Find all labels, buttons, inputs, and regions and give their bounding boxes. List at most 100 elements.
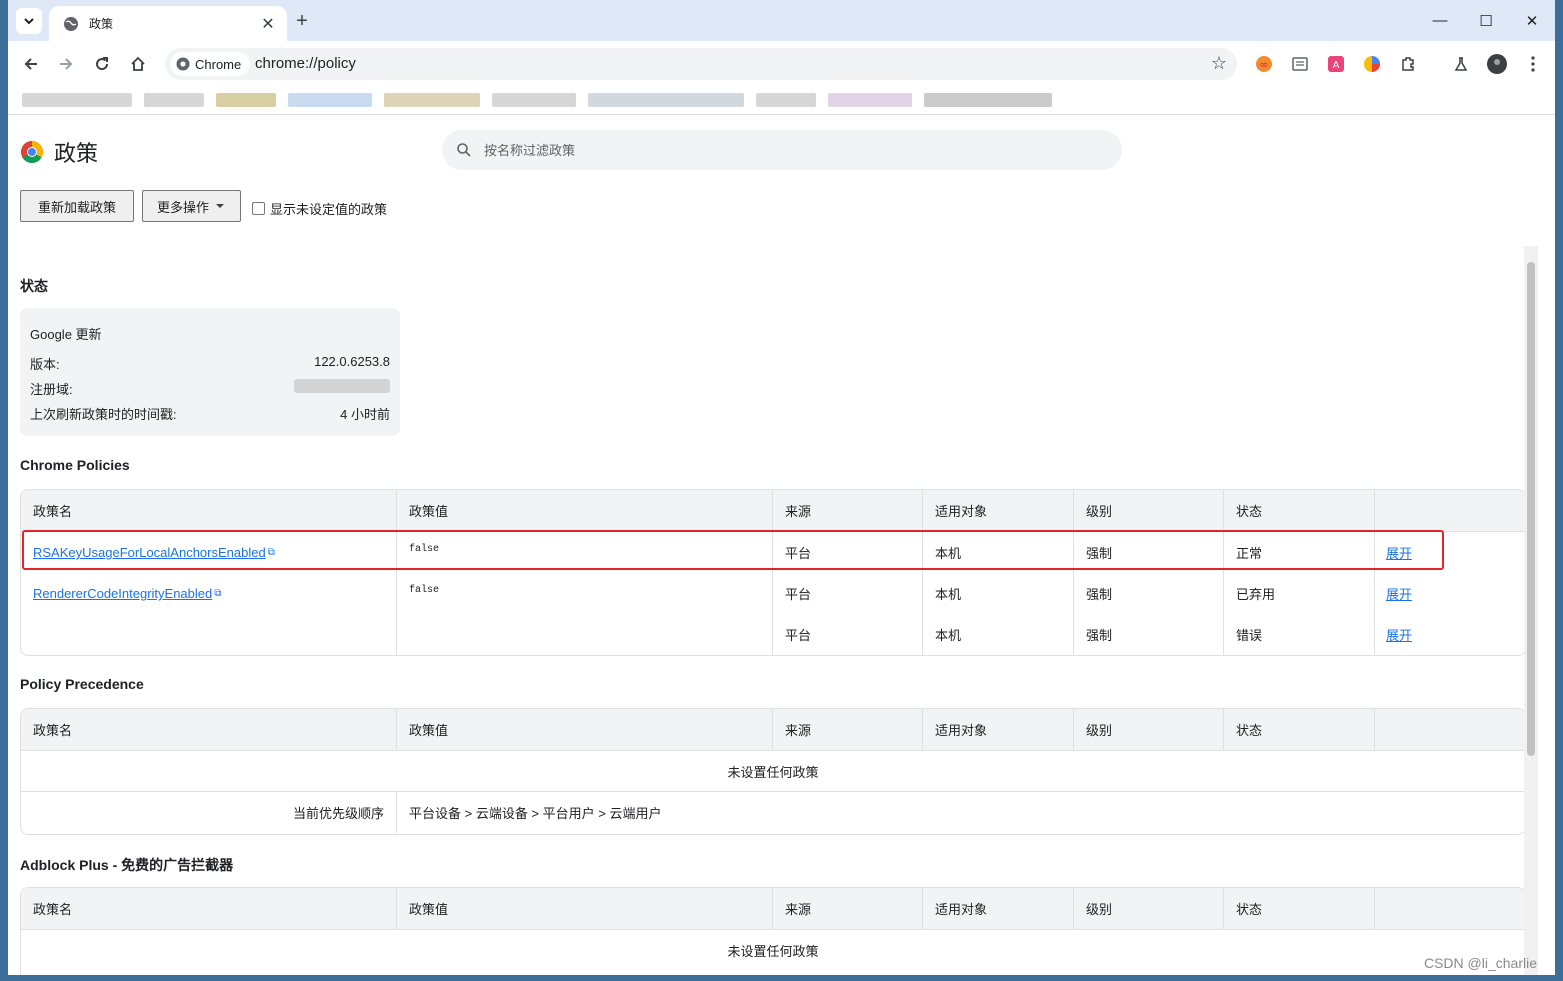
status-box: Google 更新 版本: 122.0.6253.8 注册域: 上次刷新政策时的… — [20, 308, 400, 436]
empty-message: 未设置任何政策 — [727, 944, 819, 959]
forward-button[interactable] — [52, 50, 80, 78]
status-heading: 状态 — [20, 278, 48, 294]
omnibox[interactable]: Chrome chrome://policy ☆ — [165, 48, 1237, 80]
column-header: 政策名 — [33, 504, 73, 519]
show-unset-label: 显示未设定值的政策 — [270, 202, 388, 217]
expand-link[interactable]: 展开 — [1374, 614, 1412, 655]
timestamp-label: 上次刷新政策时的时间戳: — [30, 407, 177, 422]
star-icon[interactable]: ☆ — [1211, 53, 1227, 74]
bookmark-item[interactable] — [144, 93, 204, 107]
reader-extension-icon[interactable] — [1290, 54, 1310, 74]
column-header: 政策值 — [409, 723, 449, 738]
menu-icon[interactable] — [1523, 54, 1543, 74]
more-actions-label: 更多操作 — [156, 199, 209, 215]
policy-page: 政策 重新加载政策 更多操作 显示未设定值的政策 状态 Google 更新 版本… — [8, 116, 1538, 975]
colorful-extension-icon[interactable] — [1362, 54, 1382, 74]
close-window-button[interactable]: ✕ — [1509, 0, 1555, 41]
policy-scope: 本机 — [935, 628, 962, 643]
maximize-button[interactable]: ☐ — [1463, 0, 1509, 41]
column-header: 状态 — [1236, 504, 1263, 519]
policy-search-field[interactable] — [442, 130, 1122, 170]
infinity-extension-icon[interactable]: ∞ — [1254, 54, 1274, 74]
precedence-heading: Policy Precedence — [20, 676, 144, 692]
flask-icon[interactable] — [1451, 54, 1471, 74]
back-button[interactable] — [17, 50, 45, 78]
page-title: 政策 — [54, 141, 99, 166]
version-label: 版本: — [30, 357, 60, 372]
bookmark-item[interactable] — [828, 93, 912, 107]
adblock-table: 政策名 政策值 来源 适用对象 级别 状态 未设置任何政策 — [20, 887, 1526, 975]
arrow-right-icon — [60, 58, 73, 70]
column-header: 来源 — [785, 902, 812, 917]
avatar[interactable] — [1487, 54, 1507, 74]
tab-strip: 政策 ✕ + — ☐ ✕ — [8, 0, 1555, 41]
new-tab-button[interactable]: + — [291, 10, 313, 32]
show-unset-checkbox[interactable] — [252, 202, 265, 215]
policy-name-link[interactable]: RSAKeyUsageForLocalAnchorsEnabled ⧉ — [21, 532, 275, 573]
expand-link[interactable]: 展开 — [1374, 532, 1412, 573]
search-input[interactable] — [484, 142, 1084, 158]
minimize-button[interactable]: — — [1417, 0, 1463, 41]
show-unset-toggle[interactable]: 显示未设定值的政策 — [252, 199, 387, 218]
bookmark-item[interactable] — [216, 93, 276, 107]
column-header: 政策名 — [33, 723, 73, 738]
column-header: 状态 — [1236, 902, 1263, 917]
timestamp-row: 上次刷新政策时的时间戳: 4 小时前 — [30, 404, 390, 423]
bookmarks-bar — [8, 87, 1555, 115]
chrome-policies-table: 政策名 政策值 来源 适用对象 级别 状态 RSAKeyUsageForLoca… — [20, 489, 1526, 656]
domain-row: 注册域: — [30, 379, 390, 398]
table-header: 政策名 政策值 来源 适用对象 级别 状态 — [21, 490, 1525, 532]
expand-link[interactable]: 展开 — [1374, 573, 1412, 614]
bookmark-item[interactable] — [588, 93, 744, 107]
scrollbar-thumb[interactable] — [1527, 262, 1535, 756]
search-icon — [457, 143, 471, 157]
timestamp-value: 4 小时前 — [340, 407, 390, 422]
translate-extension-icon[interactable]: A — [1326, 54, 1346, 74]
policy-name-link[interactable]: RendererCodeIntegrityEnabled ⧉ — [21, 573, 221, 614]
table-header: 政策名 政策值 来源 适用对象 级别 状态 — [21, 709, 1525, 751]
policy-scope: 本机 — [935, 587, 962, 602]
version-row: 版本: 122.0.6253.8 — [30, 354, 390, 373]
policy-status: 错误 — [1236, 628, 1263, 643]
active-tab[interactable]: 政策 ✕ — [49, 6, 287, 41]
column-header: 级别 — [1086, 504, 1113, 519]
toolbar: Chrome chrome://policy ☆ ∞ A — [8, 41, 1555, 87]
svg-text:A: A — [1333, 60, 1340, 71]
bookmark-item[interactable] — [924, 93, 1052, 107]
column-header: 来源 — [785, 504, 812, 519]
bookmark-item[interactable] — [288, 93, 372, 107]
chevron-down-icon — [24, 18, 34, 25]
url-text[interactable]: chrome://policy — [255, 55, 356, 72]
svg-text:∞: ∞ — [1259, 58, 1268, 71]
bookmark-item[interactable] — [384, 93, 480, 107]
version-value: 122.0.6253.8 — [314, 354, 390, 369]
external-link-icon: ⧉ — [214, 588, 222, 599]
table-row: 未设置任何政策 — [21, 930, 1525, 971]
tab-close-icon[interactable]: ✕ — [259, 15, 277, 33]
reload-policies-button[interactable]: 重新加载政策 — [20, 190, 134, 222]
more-actions-button[interactable]: 更多操作 — [142, 190, 241, 222]
home-button[interactable] — [124, 50, 152, 78]
bookmark-item[interactable] — [492, 93, 576, 107]
column-header: 适用对象 — [935, 504, 988, 519]
policy-source: 平台 — [785, 587, 812, 602]
policy-value: false — [409, 544, 440, 555]
policy-source: 平台 — [785, 628, 812, 643]
column-header: 来源 — [785, 723, 812, 738]
precedence-table: 政策名 政策值 来源 适用对象 级别 状态 未设置任何政策 当前优先级顺序 平台… — [20, 708, 1526, 835]
reload-button[interactable] — [88, 50, 116, 78]
empty-message: 未设置任何政策 — [727, 764, 819, 780]
tab-search-button[interactable] — [16, 8, 42, 34]
column-header: 级别 — [1086, 723, 1113, 738]
external-link-icon: ⧉ — [267, 547, 275, 558]
policy-scope: 本机 — [935, 546, 962, 561]
site-info-chip[interactable]: Chrome — [170, 52, 251, 76]
status-box-title: Google 更新 — [30, 327, 102, 342]
column-header: 适用对象 — [935, 902, 988, 917]
arrow-left-icon — [24, 58, 37, 70]
bookmark-item[interactable] — [22, 93, 132, 107]
bookmark-item[interactable] — [756, 93, 816, 107]
vertical-scrollbar[interactable] — [1524, 246, 1538, 975]
policy-level: 强制 — [1086, 628, 1113, 643]
puzzle-icon[interactable] — [1398, 54, 1418, 74]
